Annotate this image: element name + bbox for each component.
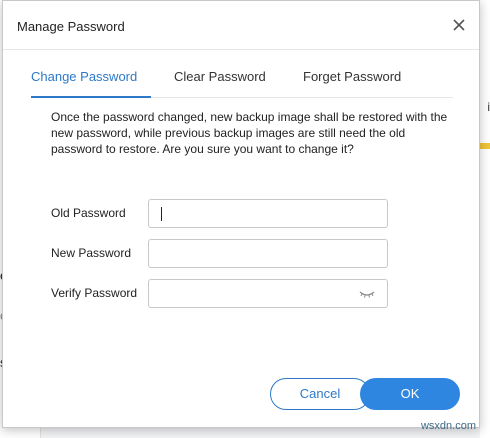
- cancel-button[interactable]: Cancel: [270, 378, 370, 410]
- tab-change-password[interactable]: Change Password: [31, 69, 137, 92]
- close-icon: [453, 19, 465, 31]
- tab-bar: Change Password Clear Password Forget Pa…: [31, 69, 453, 98]
- dialog-title: Manage Password: [17, 19, 125, 34]
- watermark: wsxdn.com: [420, 420, 476, 432]
- text-cursor: [161, 207, 162, 221]
- change-password-description: Once the password changed, new backup im…: [51, 110, 448, 156]
- background-right-panel: i: [480, 0, 490, 438]
- title-divider: [3, 49, 479, 50]
- tab-forget-password[interactable]: Forget Password: [303, 69, 401, 92]
- background-progress-bar: [480, 143, 490, 149]
- verify-password-label: Verify Password: [51, 286, 138, 300]
- old-password-label: Old Password: [51, 206, 126, 220]
- close-button[interactable]: [449, 15, 469, 35]
- old-password-field[interactable]: [148, 199, 388, 228]
- new-password-field[interactable]: [148, 239, 388, 268]
- verify-password-field[interactable]: [148, 279, 388, 308]
- ok-button[interactable]: OK: [360, 378, 460, 410]
- tab-clear-password[interactable]: Clear Password: [174, 69, 266, 92]
- new-password-label: New Password: [51, 246, 132, 260]
- manage-password-dialog: Manage Password Change Password Clear Pa…: [2, 0, 480, 428]
- eye-hidden-icon[interactable]: [359, 288, 375, 300]
- active-tab-indicator: [31, 96, 151, 98]
